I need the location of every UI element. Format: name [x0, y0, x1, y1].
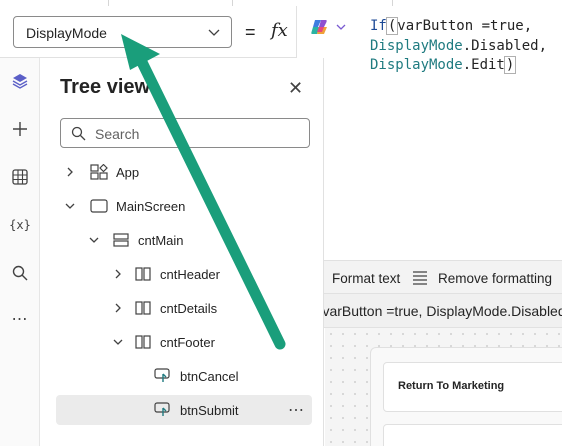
tree-item-cntfooter[interactable]: cntFooter [56, 327, 312, 357]
tree-item-label: App [116, 165, 140, 180]
tree-item-label: cntMain [138, 233, 184, 248]
tree-item-cntheader[interactable]: cntHeader [56, 259, 312, 289]
canvas[interactable]: Return To Marketing [325, 328, 562, 446]
vertical-container-icon [113, 233, 129, 247]
remove-formatting-button[interactable]: Remove formatting [412, 269, 552, 287]
tree-view-title: Tree view [60, 76, 151, 98]
tree-item-label: btnSubmit [180, 403, 239, 418]
tree-item-label: btnCancel [180, 369, 239, 384]
code-identifier: DisplayMode [370, 37, 463, 54]
search-placeholder: Search [95, 126, 140, 142]
canvas-button[interactable]: Return To Marketing [383, 362, 562, 412]
horizontal-container-icon [135, 301, 151, 315]
chevron-down-icon[interactable] [112, 336, 124, 348]
tree-item-btncancel[interactable]: btnCancel [56, 361, 312, 391]
search-input[interactable]: Search [60, 118, 310, 148]
code-function: If [370, 18, 387, 34]
tree-item-mainscreen[interactable]: MainScreen [56, 191, 312, 221]
close-icon[interactable]: ✕ [288, 78, 303, 99]
more-icon[interactable]: ⋯ [9, 308, 31, 330]
horizontal-container-icon [135, 267, 151, 281]
code-identifier: DisplayMode [370, 57, 463, 73]
formula-preview-text: If(varButton =true, DisplayMode.Disabled [310, 303, 562, 319]
format-text-label: Format text [332, 270, 401, 286]
button-icon [154, 368, 170, 382]
more-options-icon[interactable]: ⋯ [288, 400, 304, 420]
search-icon[interactable] [9, 262, 31, 284]
remove-formatting-label: Remove formatting [438, 270, 553, 286]
equals-sign: = [245, 22, 256, 42]
button-icon [154, 402, 170, 416]
search-icon [71, 126, 86, 141]
add-icon[interactable] [9, 118, 31, 140]
tree-item-label: MainScreen [116, 199, 186, 214]
chevron-right-icon[interactable] [112, 268, 124, 280]
code-paren: ) [503, 56, 517, 74]
tree-item-label: cntFooter [160, 335, 215, 350]
chevron-right-icon[interactable] [112, 302, 124, 314]
property-dropdown[interactable]: DisplayMode [13, 16, 232, 48]
variables-icon[interactable]: {x} [9, 214, 31, 236]
tree-item-label: cntDetails [160, 301, 218, 316]
tree-item-app[interactable]: App [56, 157, 312, 187]
property-value: DisplayMode [26, 25, 107, 41]
tree-item-cntmain[interactable]: cntMain [56, 225, 312, 255]
canvas-button[interactable] [383, 424, 562, 446]
tree-view-panel: Tree view ✕ Search App MainScreen cntMai… [44, 58, 324, 446]
formula-code[interactable]: If(varButton =true, DisplayMode.Disabled… [370, 17, 547, 76]
tree-item-label: cntHeader [160, 267, 220, 282]
code-text: .Edit [462, 57, 505, 73]
canvas-button-label: Return To Marketing [398, 380, 505, 392]
chevron-down-icon[interactable] [64, 200, 76, 212]
formula-toolbar: Format text Remove formatting [296, 260, 562, 294]
layers-icon[interactable] [9, 70, 31, 92]
remove-formatting-icon [413, 271, 427, 285]
chevron-down-icon[interactable] [88, 234, 100, 246]
container-card[interactable]: Return To Marketing [370, 347, 562, 446]
table-icon[interactable] [9, 166, 31, 188]
code-text: .Disabled, [462, 37, 548, 54]
horizontal-container-icon [135, 335, 151, 349]
chevron-right-icon[interactable] [64, 166, 76, 178]
screen-icon [90, 199, 108, 213]
copilot-icon[interactable] [311, 18, 329, 36]
code-text: varButton =true, [397, 18, 533, 34]
chevron-down-icon [208, 29, 220, 36]
formula-editor[interactable]: If(varButton =true, DisplayMode.Disabled… [296, 6, 562, 260]
chevron-down-icon[interactable] [335, 21, 347, 33]
tree-item-cntdetails[interactable]: cntDetails [56, 293, 312, 323]
tree-item-btnsubmit[interactable]: btnSubmit ⋯ [56, 395, 312, 425]
formula-preview: If(varButton =true, DisplayMode.Disabled [296, 294, 562, 328]
app-icon [90, 164, 108, 180]
left-rail: {x} ⋯ [0, 58, 40, 446]
fx-icon[interactable]: fx [271, 20, 288, 41]
